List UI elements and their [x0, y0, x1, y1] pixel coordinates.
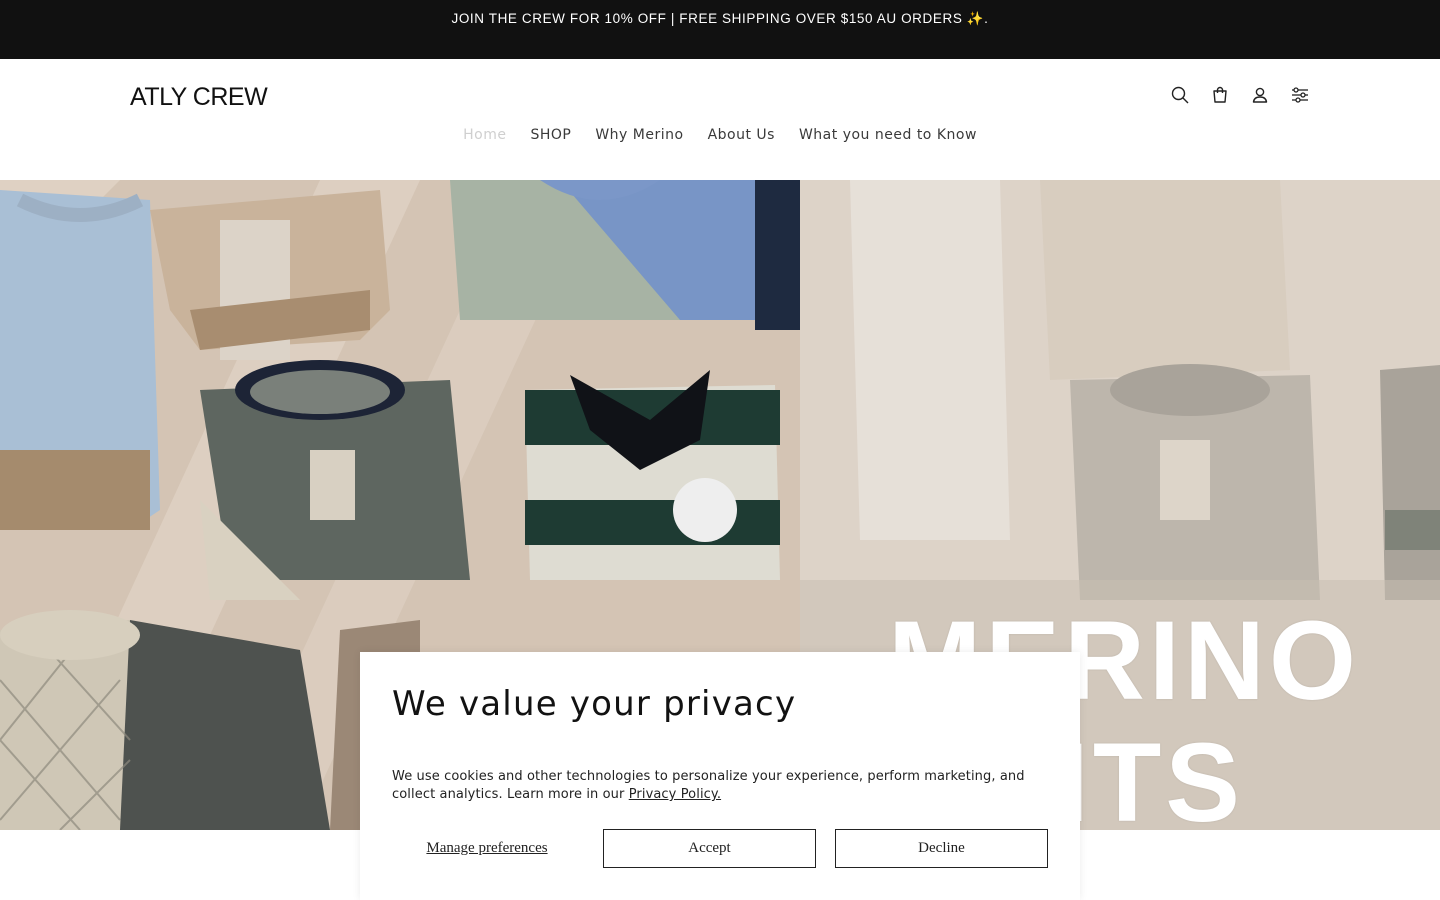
cookie-consent-banner: We value your privacy We use cookies and…	[360, 652, 1080, 900]
cookie-description: We use cookies and other technologies to…	[392, 768, 1042, 804]
accept-button[interactable]: Accept	[603, 829, 816, 868]
nav-why-merino[interactable]: Why Merino	[595, 127, 683, 143]
account-icon[interactable]	[1244, 81, 1276, 109]
cart-icon[interactable]	[1204, 81, 1236, 109]
announcement-text: JOIN THE CREW FOR 10% OFF | FREE SHIPPIN…	[451, 11, 989, 26]
nav-what-you-need-to-know[interactable]: What you need to Know	[799, 127, 977, 143]
settings-icon[interactable]	[1284, 81, 1316, 109]
manage-preferences-button[interactable]: Manage preferences	[392, 829, 582, 867]
cookie-title: We value your privacy	[392, 684, 797, 724]
search-icon[interactable]	[1164, 81, 1196, 109]
announcement-bar: JOIN THE CREW FOR 10% OFF | FREE SHIPPIN…	[0, 0, 1440, 59]
decline-button[interactable]: Decline	[835, 829, 1048, 868]
privacy-policy-link[interactable]: Privacy Policy.	[629, 787, 721, 802]
main-nav: Home SHOP Why Merino About Us What you n…	[0, 127, 1440, 143]
nav-shop[interactable]: SHOP	[530, 127, 571, 143]
nav-about-us[interactable]: About Us	[708, 127, 775, 143]
nav-home[interactable]: Home	[463, 127, 506, 143]
site-logo[interactable]: ATLY CREW	[130, 83, 268, 112]
site-header: ATLY CREW Home SHOP Why Merino About Us	[0, 59, 1440, 180]
